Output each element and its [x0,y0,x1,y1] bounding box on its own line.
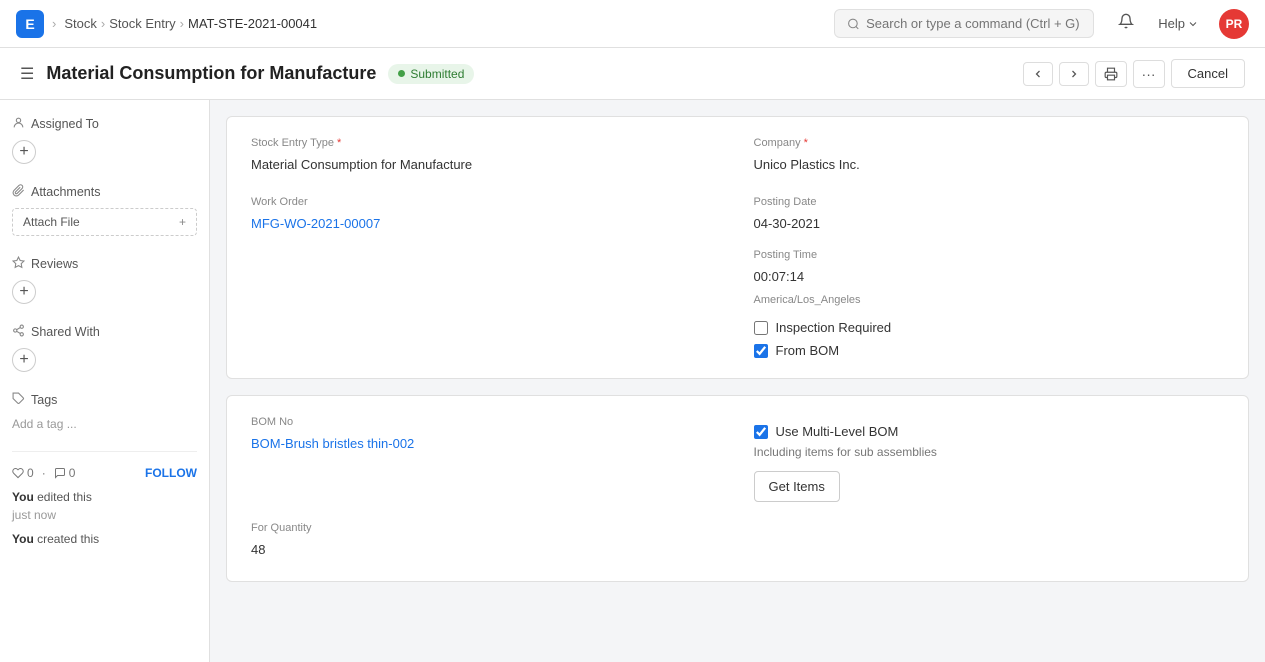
inspection-required-row: Inspection Required [754,320,1225,335]
use-multi-level-bom-checkbox[interactable] [754,425,768,439]
user-icon [12,116,25,132]
chevron-left-icon [1032,68,1044,80]
activity-log: You edited thisjust now You created this [12,488,197,548]
card-bom: BOM No BOM-Brush bristles thin-002 Use M… [226,395,1249,582]
use-multi-level-bom-label[interactable]: Use Multi-Level BOM [776,424,899,439]
breadcrumb: Stock › Stock Entry › MAT-STE-2021-00041 [64,16,317,31]
topnav-right: Help PR [1114,9,1249,39]
help-button[interactable]: Help [1150,12,1207,35]
use-multi-level-bom-row: Use Multi-Level BOM [754,424,1225,439]
activity-item-1: You created this [12,530,197,548]
field-work-order: Work Order MFG-WO-2021-00007 [251,196,722,358]
star-icon [12,256,25,272]
breadcrumb-stock-entry[interactable]: Stock Entry [109,16,175,31]
attach-file-button[interactable]: Attach File + [12,208,197,236]
field-company: Company * Unico Plastics Inc. [754,137,1225,176]
timezone-value: America/Los_Angeles [754,294,1225,306]
field-posting-time: Posting Time 00:07:14 [754,249,1225,288]
prev-button[interactable] [1023,62,1053,86]
add-review-button[interactable]: + [12,280,36,304]
add-assignee-button[interactable]: + [12,140,36,164]
chevron-down-icon [1187,18,1199,30]
assigned-to-section: Assigned To + [12,116,197,164]
likes-count: 0 [12,466,34,480]
next-button[interactable] [1059,62,1089,86]
posting-date-value: 04-30-2021 [754,212,1225,235]
print-button[interactable] [1095,61,1127,87]
form-grid-1: Stock Entry Type * Material Consumption … [251,137,1224,358]
work-order-value: MFG-WO-2021-00007 [251,212,722,235]
sub-assemblies-text: Including items for sub assemblies [754,445,1225,459]
get-items-button[interactable]: Get Items [754,471,840,502]
page-title: Material Consumption for Manufacture [46,63,376,84]
breadcrumb-current: MAT-STE-2021-00041 [188,16,317,31]
activity-item-0: You edited thisjust now [12,488,197,524]
from-bom-row: From BOM [754,343,1225,358]
menu-icon[interactable]: ☰ [20,64,34,84]
breadcrumb-stock[interactable]: Stock [64,16,97,31]
bom-right-fields: Use Multi-Level BOM Including items for … [754,416,1225,502]
header-actions: ··· Cancel [1023,59,1245,88]
add-shared-button[interactable]: + [12,348,36,372]
breadcrumb-sep-0: › [52,16,56,31]
paperclip-icon [12,184,25,200]
share-icon [12,324,25,340]
reviews-section: Reviews + [12,256,197,304]
from-bom-checkbox[interactable] [754,344,768,358]
search-input[interactable] [866,16,1081,31]
notifications-button[interactable] [1114,9,1138,38]
search-box[interactable] [834,9,1094,38]
comments-count: 0 [54,466,76,480]
bell-icon [1118,13,1134,29]
status-dot [398,70,405,77]
status-badge: Submitted [388,64,474,84]
topnav: E › Stock › Stock Entry › MAT-STE-2021-0… [0,0,1265,48]
sidebar: Assigned To + Attachments Attach File + [0,100,210,662]
card-stock-entry: Stock Entry Type * Material Consumption … [226,116,1249,379]
heart-icon [12,467,24,479]
attachments-section: Attachments Attach File + [12,184,197,236]
avatar[interactable]: PR [1219,9,1249,39]
shared-with-section: Shared With + [12,324,197,372]
stock-entry-type-value: Material Consumption for Manufacture [251,153,722,176]
posting-time-value: 00:07:14 [754,265,1225,288]
bom-no-value: BOM-Brush bristles thin-002 [251,432,722,455]
field-bom-no: BOM No BOM-Brush bristles thin-002 [251,416,722,502]
add-tag-button[interactable]: Add a tag ... [12,417,77,431]
inspection-required-checkbox[interactable] [754,321,768,335]
search-icon [847,17,860,31]
from-bom-label[interactable]: From BOM [776,343,840,358]
print-icon [1104,67,1118,81]
tag-icon [12,392,25,408]
app-icon[interactable]: E [16,10,44,38]
page-header: ☰ Material Consumption for Manufacture S… [0,48,1265,100]
field-for-quantity: For Quantity 48 [251,522,722,561]
follow-button[interactable]: FOLLOW [145,466,197,480]
inspection-required-label[interactable]: Inspection Required [776,320,892,335]
form-grid-2: BOM No BOM-Brush bristles thin-002 Use M… [251,416,1224,561]
layout: Assigned To + Attachments Attach File + [0,100,1265,662]
right-side-fields: Posting Date 04-30-2021 Posting Time 00:… [754,196,1225,358]
social-bar: 0 · 0 FOLLOW [12,466,197,480]
for-quantity-value: 48 [251,538,722,561]
field-stock-entry-type: Stock Entry Type * Material Consumption … [251,137,722,176]
company-value: Unico Plastics Inc. [754,153,1225,176]
field-posting-date: Posting Date 04-30-2021 [754,196,1225,235]
chevron-right-icon [1068,68,1080,80]
more-button[interactable]: ··· [1133,60,1165,88]
plus-icon: + [179,215,186,229]
tags-section: Tags Add a tag ... [12,392,197,431]
cancel-button[interactable]: Cancel [1171,59,1245,88]
main-content: Stock Entry Type * Material Consumption … [210,100,1265,662]
comment-icon [54,467,66,479]
